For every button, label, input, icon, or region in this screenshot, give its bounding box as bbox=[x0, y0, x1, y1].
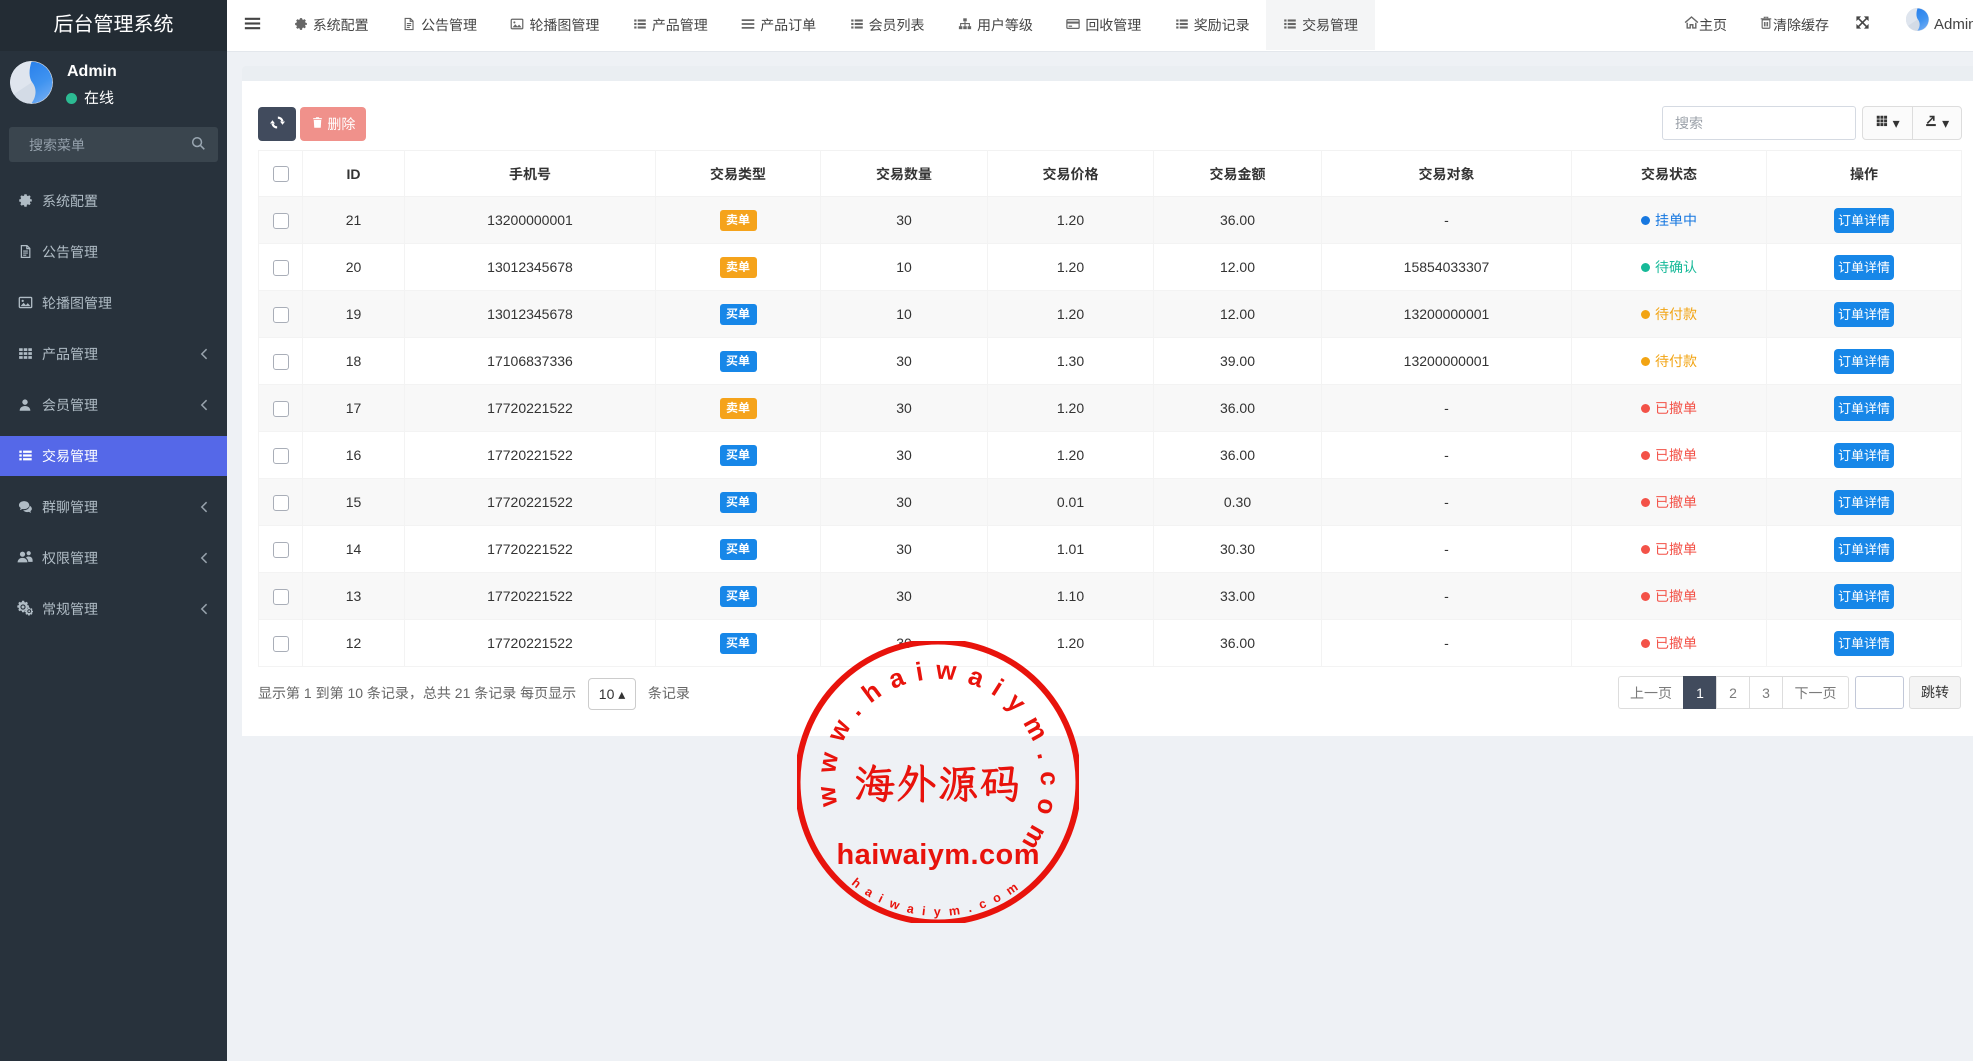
svg-text:haiwaiym.com: haiwaiym.com bbox=[837, 839, 1040, 871]
svg-text:www.haiwaiym.com: www.haiwaiym.com bbox=[811, 655, 1066, 856]
svg-text:海外源码: 海外源码 bbox=[854, 756, 1022, 810]
